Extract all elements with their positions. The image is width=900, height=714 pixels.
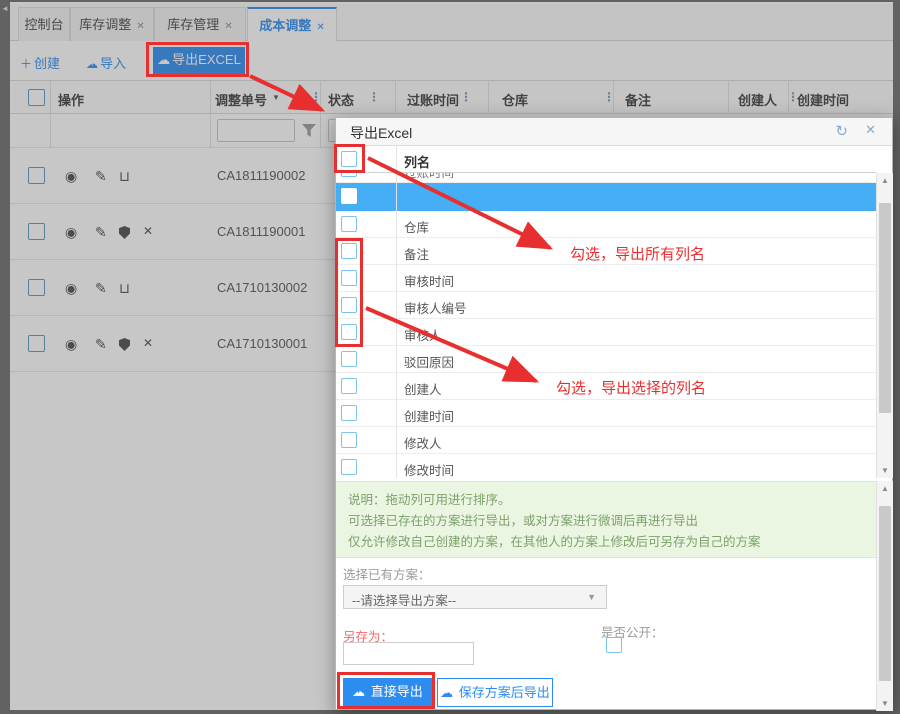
- scroll-up-icon[interactable]: ▲: [877, 176, 893, 185]
- column-list-header: 列名: [336, 146, 876, 173]
- note-line: 说明：拖动列可用进行排序。: [348, 490, 864, 511]
- direct-export-button[interactable]: ☁↓ 直接导出: [343, 678, 432, 707]
- column-list-header-label: 列名: [404, 152, 430, 171]
- note-line: 仅允许修改自己创建的方案，在其他人的方案上修改后可另存为自己的方案: [348, 532, 864, 553]
- cloud-download-icon: ☁↓: [440, 679, 453, 706]
- scroll-up-icon[interactable]: ▲: [877, 484, 893, 493]
- list-item[interactable]: 备注: [336, 238, 876, 265]
- column-checkbox[interactable]: [341, 297, 357, 313]
- save-scheme-export-button[interactable]: ☁↓ 保存方案后导出: [437, 678, 553, 707]
- chevron-down-icon: ▼: [587, 592, 596, 602]
- column-name: 修改人: [404, 433, 442, 452]
- column-checkbox[interactable]: [341, 173, 357, 177]
- list-item[interactable]: 审核时间: [336, 265, 876, 292]
- list-item[interactable]: 修改人: [336, 427, 876, 454]
- column-checkbox[interactable]: [341, 405, 357, 421]
- column-checkbox[interactable]: [341, 432, 357, 448]
- column-name: 审核人: [404, 325, 442, 344]
- scrollbar-thumb[interactable]: [879, 506, 891, 681]
- note-line: 可选择已存在的方案进行导出，或对方案进行微调后再进行导出: [348, 511, 864, 532]
- refresh-icon[interactable]: ↻: [835, 122, 848, 140]
- column-checkbox[interactable]: [341, 459, 357, 475]
- direct-export-label: 直接导出: [371, 684, 423, 699]
- list-item[interactable]: 修改时间: [336, 454, 876, 478]
- list-item[interactable]: 审核人编号: [336, 292, 876, 319]
- dialog-titlebar: 导出Excel ↻ ✕: [336, 118, 892, 146]
- list-item-selected[interactable]: [336, 183, 876, 211]
- export-excel-dialog: 导出Excel ↻ ✕ 列名 过账时间 仓库 备注 审核时间 审核人编号 审核人…: [335, 117, 893, 710]
- column-name: 创建时间: [404, 406, 454, 425]
- column-checkbox[interactable]: [341, 270, 357, 286]
- list-item[interactable]: 仓库: [336, 211, 876, 238]
- note-box: 说明：拖动列可用进行排序。 可选择已存在的方案进行导出，或对方案进行微调后再进行…: [336, 481, 876, 558]
- select-all-columns-checkbox[interactable]: [341, 151, 357, 167]
- column-list: 过账时间 仓库 备注 审核时间 审核人编号 审核人 驳回原因 创建人 创建时间 …: [336, 173, 876, 478]
- scheme-select[interactable]: --请选择导出方案-- ▼: [343, 585, 607, 609]
- column-checkbox[interactable]: [341, 378, 357, 394]
- list-item[interactable]: 创建人: [336, 373, 876, 400]
- dialog-title: 导出Excel: [350, 123, 412, 143]
- list-item[interactable]: 审核人: [336, 319, 876, 346]
- scrollbar-thumb[interactable]: [879, 203, 891, 413]
- column-checkbox[interactable]: [341, 243, 357, 259]
- dialog-scrollbar[interactable]: ▲ ▼: [876, 481, 893, 711]
- screen: ◄ 控制台 库存调整✕ 库存管理✕ 成本调整✕ ＋创建 ☁↓导入 ☁↑导出EXC…: [0, 0, 900, 714]
- scroll-down-icon[interactable]: ▼: [877, 699, 893, 708]
- column-name: 过账时间: [404, 173, 454, 181]
- column-name: 审核时间: [404, 271, 454, 290]
- column-name: 创建人: [404, 379, 442, 398]
- column-checkbox[interactable]: [341, 188, 357, 204]
- save-scheme-export-label: 保存方案后导出: [459, 685, 550, 700]
- column-name: 修改时间: [404, 460, 454, 478]
- column-name: 驳回原因: [404, 352, 454, 371]
- list-column-divider: [396, 146, 397, 478]
- save-as-input[interactable]: [343, 642, 474, 665]
- list-item-clipped[interactable]: 过账时间: [336, 173, 876, 183]
- scheme-select-value: --请选择导出方案--: [352, 590, 456, 609]
- list-item[interactable]: 创建时间: [336, 400, 876, 427]
- column-name: 备注: [404, 244, 429, 263]
- close-icon[interactable]: ✕: [865, 122, 876, 138]
- list-scrollbar[interactable]: ▲ ▼: [876, 173, 893, 478]
- column-checkbox[interactable]: [341, 216, 357, 232]
- cloud-download-icon: ☁↓: [352, 678, 365, 706]
- scheme-select-label: 选择已有方案：: [343, 564, 431, 583]
- column-name: 审核人编号: [404, 298, 467, 317]
- scroll-down-icon[interactable]: ▼: [877, 466, 893, 475]
- column-checkbox[interactable]: [341, 351, 357, 367]
- column-checkbox[interactable]: [341, 324, 357, 340]
- public-checkbox[interactable]: [606, 637, 622, 653]
- column-name: 仓库: [404, 217, 429, 236]
- list-item[interactable]: 驳回原因: [336, 346, 876, 373]
